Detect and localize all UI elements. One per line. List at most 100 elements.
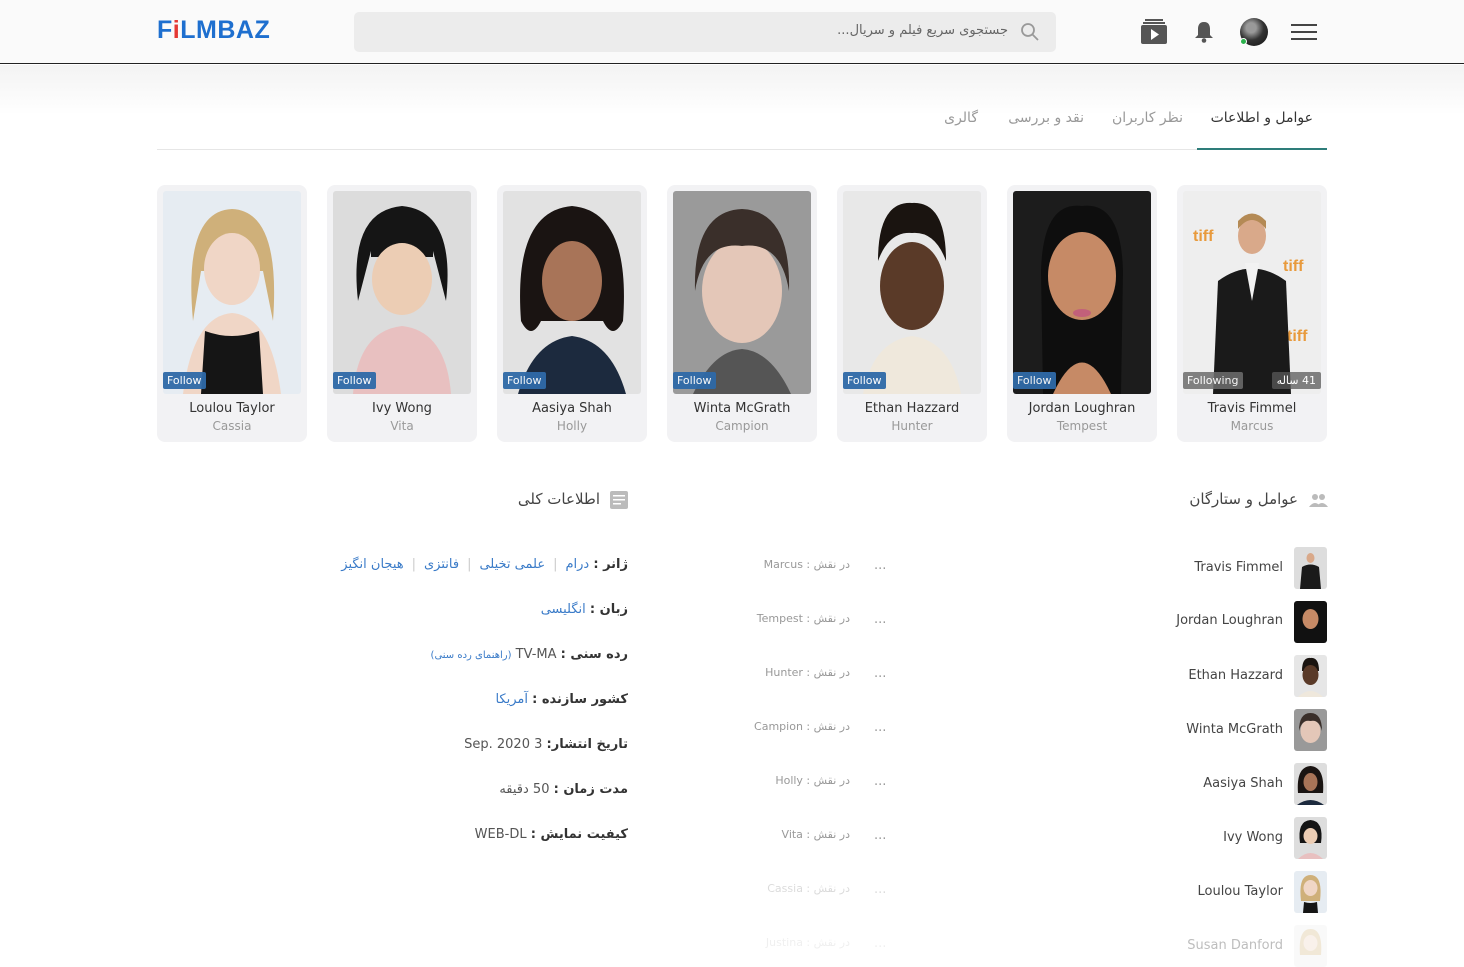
actor-photo: tiff tiff tiff	[1183, 191, 1321, 394]
people-icon	[1308, 492, 1328, 512]
cast-card[interactable]: Follow Aasiya Shah Holly	[497, 185, 647, 442]
more-dots[interactable]: ...	[874, 882, 886, 897]
follow-button[interactable]: Follow	[843, 372, 886, 389]
bell-icon[interactable]	[1188, 16, 1220, 48]
cast-list-name[interactable]: Ivy Wong	[1223, 830, 1283, 845]
cast-thumb[interactable]	[1294, 763, 1327, 805]
more-dots[interactable]: ...	[874, 612, 886, 627]
genre-link[interactable]: علمی تخیلی	[479, 557, 545, 572]
follow-button[interactable]: Follow	[333, 372, 376, 389]
cast-role: در نقش : Campion	[754, 720, 850, 733]
document-icon	[610, 491, 628, 513]
cast-list-name[interactable]: Travis Fimmel	[1194, 560, 1283, 575]
content-tabs: عوامل و اطلاعات نظر کاربران نقد و بررسی …	[157, 96, 1327, 150]
quality-row: کیفیت نمایش : WEB-DL	[474, 827, 628, 842]
cast-card[interactable]: Follow Jordan Loughran Tempest	[1007, 185, 1157, 442]
cast-card[interactable]: Follow Winta McGrath Campion	[667, 185, 817, 442]
cast-card[interactable]: Follow Ethan Hazzard Hunter	[837, 185, 987, 442]
tab-user-reviews[interactable]: نظر کاربران	[1112, 110, 1183, 126]
follow-button[interactable]: Follow	[163, 372, 206, 389]
cast-card[interactable]: tiff tiff tiff Following 41 ساله Travis Fi…	[1177, 185, 1327, 442]
actor-photo	[843, 191, 981, 394]
cast-list-name[interactable]: Ethan Hazzard	[1188, 668, 1283, 683]
actor-name[interactable]: Jordan Loughran	[1007, 401, 1157, 416]
cast-section-title: عوامل و ستارگان	[1189, 490, 1298, 508]
actor-role: Campion	[715, 419, 769, 433]
more-dots[interactable]: ...	[874, 828, 886, 843]
top-header: FiLMBAZ جستجوی سریع فیلم و سریال...	[0, 0, 1464, 64]
country-link[interactable]: آمریکا	[495, 692, 528, 707]
actor-name[interactable]: Loulou Taylor	[157, 401, 307, 416]
actor-photo	[1013, 191, 1151, 394]
cast-thumb[interactable]	[1294, 709, 1327, 751]
actor-photo	[163, 191, 301, 394]
cast-list-name[interactable]: Jordan Loughran	[1176, 613, 1283, 628]
cast-role: در نقش : Cassia	[767, 882, 850, 895]
more-dots[interactable]: ...	[874, 774, 886, 789]
active-tab-underline	[1197, 148, 1327, 150]
menu-icon[interactable]	[1288, 16, 1320, 48]
tab-gallery[interactable]: گالری	[944, 110, 978, 126]
svg-text:tiff: tiff	[1193, 228, 1214, 245]
actor-name[interactable]: Travis Fimmel	[1177, 401, 1327, 416]
more-dots[interactable]: ...	[874, 558, 886, 573]
cast-thumb[interactable]	[1294, 655, 1327, 697]
cast-thumb[interactable]	[1294, 601, 1327, 643]
cast-card[interactable]: Follow Ivy Wong Vita	[327, 185, 477, 442]
follow-button[interactable]: Follow	[673, 372, 716, 389]
cast-list-name[interactable]: Loulou Taylor	[1197, 884, 1283, 899]
actor-photo	[673, 191, 811, 394]
online-status-dot	[1240, 38, 1247, 45]
cast-thumb[interactable]	[1294, 871, 1327, 913]
actor-name[interactable]: Winta McGrath	[667, 401, 817, 416]
more-dots[interactable]: ...	[874, 720, 886, 735]
language-row: زبان : انگلیسی	[540, 602, 628, 617]
tab-critique[interactable]: نقد و بررسی	[1008, 110, 1084, 126]
more-dots[interactable]: ...	[874, 666, 886, 681]
actor-role: Cassia	[212, 419, 252, 433]
cast-thumb[interactable]	[1294, 547, 1327, 589]
cast-thumb[interactable]	[1294, 925, 1327, 967]
actor-photo	[503, 191, 641, 394]
genre-row: ژانر : درام|علمی تخیلی|فانتزی|هیجان انگی…	[341, 557, 628, 572]
cast-list-name[interactable]: Winta McGrath	[1186, 722, 1283, 737]
actor-photo	[333, 191, 471, 394]
rating-row: رده سنی : TV-MA (راهنمای رده سنی)	[430, 647, 628, 662]
cast-list-name[interactable]: Aasiya Shah	[1203, 776, 1283, 791]
search-input[interactable]: جستجوی سریع فیلم و سریال...	[354, 12, 1056, 52]
tab-cast-info[interactable]: عوامل و اطلاعات	[1211, 110, 1313, 126]
more-dots[interactable]: ...	[874, 936, 886, 951]
cast-role: در نقش : Justina	[765, 936, 850, 949]
release-row: تاریخ انتشار: 3 Sep. 2020	[464, 737, 628, 752]
filmbaz-logo[interactable]: FiLMBAZ	[157, 16, 270, 45]
cast-role: در نقش : Hunter	[765, 666, 850, 679]
follow-button[interactable]: Follow	[503, 372, 546, 389]
following-button[interactable]: Following	[1183, 372, 1243, 389]
country-row: کشور سازنده : آمریکا	[495, 692, 628, 707]
search-icon[interactable]	[1020, 22, 1040, 42]
genre-link[interactable]: فانتزی	[424, 557, 459, 572]
actor-name[interactable]: Ivy Wong	[327, 401, 477, 416]
search-placeholder: جستجوی سریع فیلم و سریال...	[837, 23, 1008, 38]
cast-thumb[interactable]	[1294, 817, 1327, 859]
genre-link[interactable]: هیجان انگیز	[341, 557, 403, 572]
cast-card[interactable]: Follow Loulou Taylor Cassia	[157, 185, 307, 442]
cast-list-name[interactable]: Susan Danford	[1187, 938, 1283, 953]
info-section-title: اطلاعات کلی	[517, 490, 600, 508]
actor-role: Hunter	[891, 419, 933, 433]
cast-role: در نقش : Tempest	[756, 612, 850, 625]
video-library-icon[interactable]	[1138, 16, 1170, 48]
actor-name[interactable]: Ethan Hazzard	[837, 401, 987, 416]
actor-name[interactable]: Aasiya Shah	[497, 401, 647, 416]
follow-button[interactable]: Follow	[1013, 372, 1056, 389]
svg-text:tiff: tiff	[1283, 258, 1304, 275]
duration-row: مدت زمان : 50 دقیقه	[499, 782, 628, 797]
rating-guide-link[interactable]: (راهنمای رده سنی)	[431, 650, 512, 661]
cast-role: در نقش : Marcus	[763, 558, 850, 571]
age-badge: 41 ساله	[1271, 372, 1321, 389]
actor-role: Vita	[390, 419, 414, 433]
genre-link[interactable]: درام	[565, 557, 589, 572]
language-link[interactable]: انگلیسی	[541, 602, 586, 617]
actor-role: Tempest	[1056, 419, 1108, 433]
cast-role: در نقش : Vita	[781, 828, 850, 841]
